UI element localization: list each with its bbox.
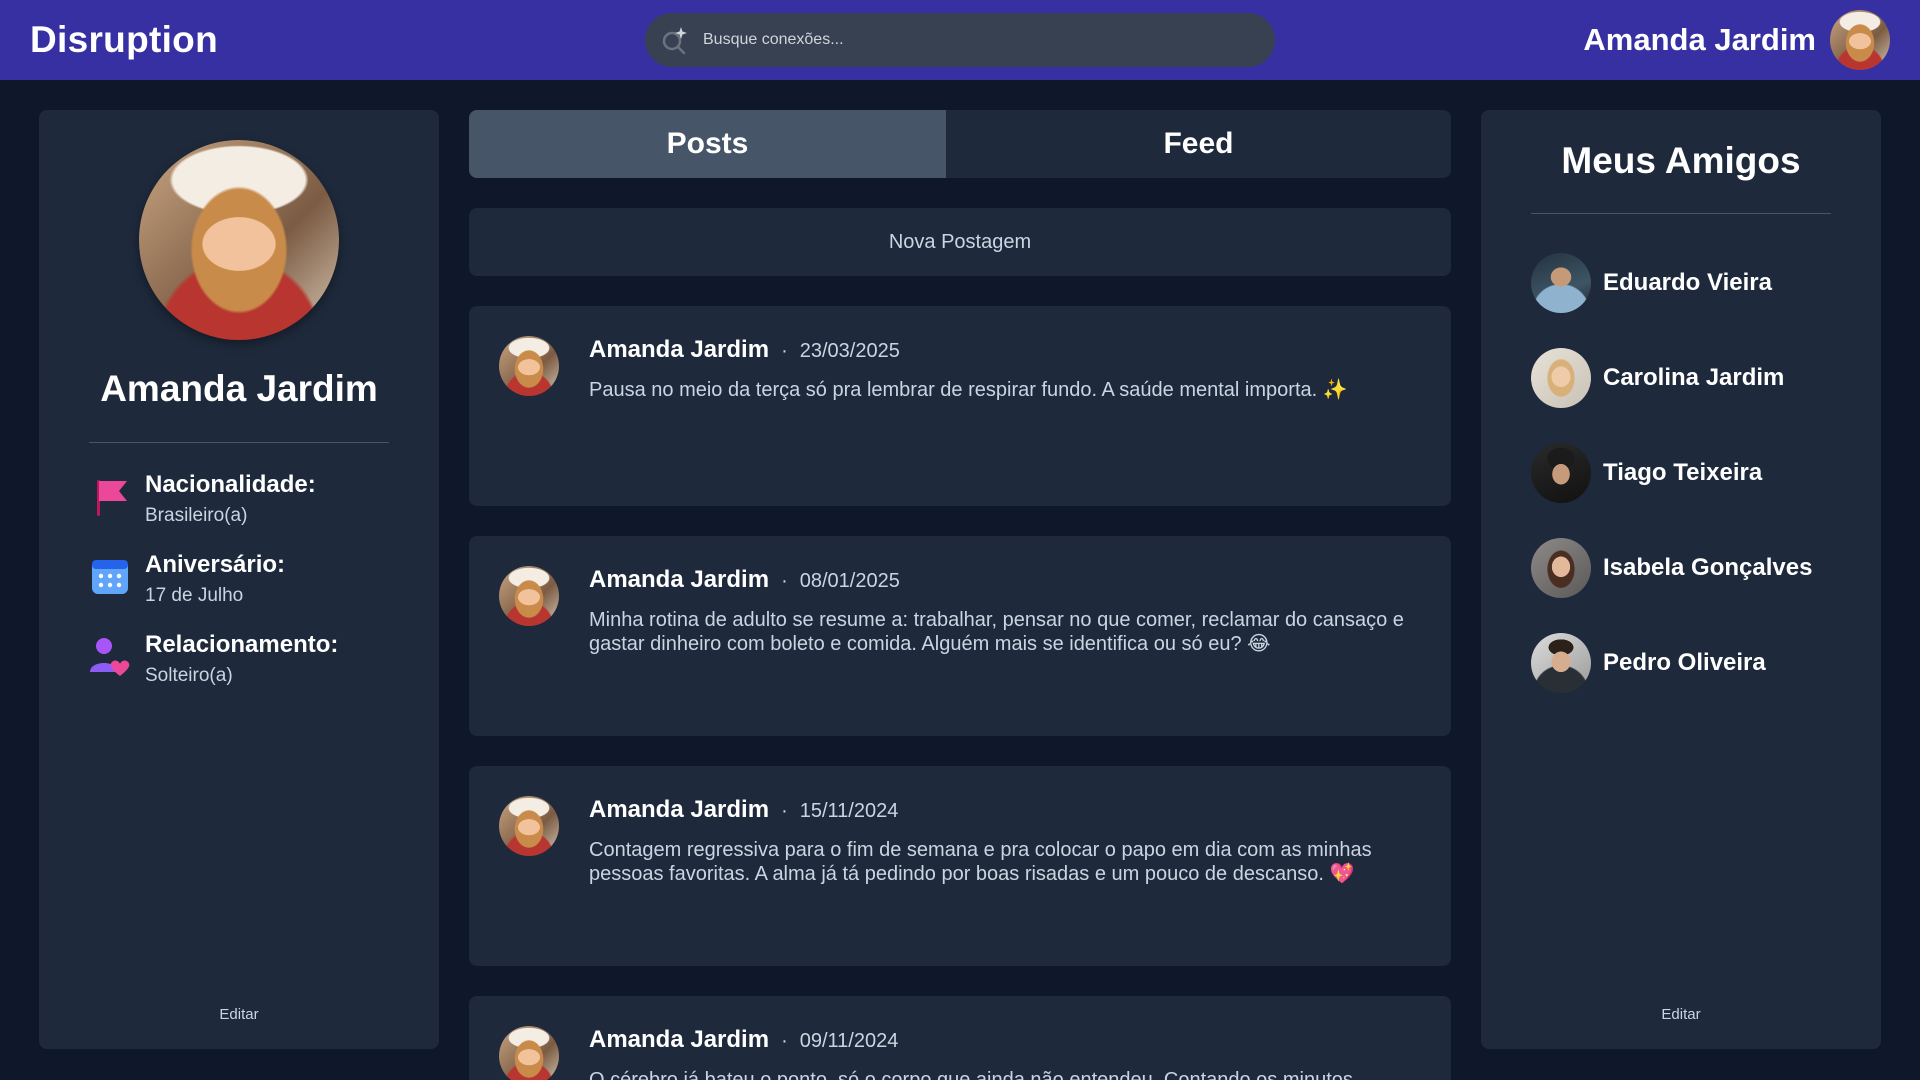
post-author-avatar[interactable] — [499, 336, 559, 396]
post-card: Amanda Jardim · 08/01/2025 Minha rotina … — [469, 536, 1451, 736]
info-value: Solteiro(a) — [145, 665, 233, 686]
current-user-name[interactable]: Amanda Jardim — [1583, 22, 1816, 58]
tab-feed[interactable]: Feed — [946, 110, 1451, 178]
profile-info-nationality: Nacionalidade: Brasileiro(a) — [89, 470, 316, 532]
info-value: 17 de Julho — [145, 585, 244, 606]
info-label: Relacionamento: — [145, 631, 339, 658]
post-date: 23/03/2025 — [799, 340, 900, 362]
edit-profile-button[interactable]: Editar — [39, 1006, 439, 1023]
post-author-avatar[interactable] — [499, 1026, 559, 1080]
friend-name[interactable]: Tiago Teixeira — [1603, 459, 1762, 487]
friend-name[interactable]: Pedro Oliveira — [1603, 649, 1766, 677]
search-bar[interactable] — [645, 13, 1275, 67]
post-text: Minha rotina de adulto se resume a: trab… — [589, 609, 1404, 655]
ai-search-icon — [662, 27, 687, 55]
post-card: Amanda Jardim · 15/11/2024 Contagem regr… — [469, 766, 1451, 966]
friend-item[interactable]: Tiago Teixeira — [1531, 443, 1762, 503]
post-date: 15/11/2024 — [799, 800, 899, 822]
post-card: Amanda Jardim · 23/03/2025 Pausa no meio… — [469, 306, 1451, 506]
friends-panel: Meus Amigos Eduardo Vieira Carolina Jard… — [1481, 110, 1881, 1049]
profile-photo — [139, 140, 339, 340]
friend-item[interactable]: Isabela Gonçalves — [1531, 538, 1812, 598]
post-separator: · — [781, 570, 788, 592]
profile-name: Amanda Jardim — [100, 368, 378, 409]
content-tabs: Posts Feed — [469, 110, 1451, 178]
calendar-icon — [92, 560, 128, 594]
info-label: Nacionalidade: — [145, 471, 316, 498]
post-author-avatar[interactable] — [499, 566, 559, 626]
post-header: Amanda Jardim · 23/03/2025 — [589, 336, 900, 364]
edit-friends-button[interactable]: Editar — [1481, 1006, 1881, 1023]
friend-item[interactable]: Eduardo Vieira — [1531, 253, 1772, 313]
post-text: Contagem regressiva para o fim de semana… — [589, 839, 1372, 885]
friend-name[interactable]: Eduardo Vieira — [1603, 269, 1772, 297]
post-text: O cérebro já bateu o ponto, só o corpo q… — [589, 1069, 1353, 1080]
friend-avatar[interactable] — [1531, 538, 1591, 598]
post-header: Amanda Jardim · 09/11/2024 — [589, 1026, 898, 1054]
post-author-avatar[interactable] — [499, 796, 559, 856]
tab-posts[interactable]: Posts — [469, 110, 946, 178]
friend-name[interactable]: Isabela Gonçalves — [1603, 554, 1812, 582]
brand-logo[interactable]: Disruption — [30, 19, 218, 61]
post-author[interactable]: Amanda Jardim — [589, 336, 769, 364]
flag-icon — [97, 480, 127, 516]
profile-panel: Amanda Jardim Nacionalidade: Brasileiro(… — [39, 110, 439, 1049]
post-separator: · — [781, 1030, 788, 1052]
friend-name[interactable]: Carolina Jardim — [1603, 364, 1784, 392]
search-input[interactable] — [703, 31, 1243, 49]
friends-title: Meus Amigos — [1561, 140, 1801, 181]
friend-avatar[interactable] — [1531, 253, 1591, 313]
info-value: Brasileiro(a) — [145, 505, 248, 526]
profile-divider — [89, 442, 389, 443]
friend-item[interactable]: Pedro Oliveira — [1531, 633, 1766, 693]
top-bar: Disruption Amanda Jardim — [0, 0, 1920, 80]
new-post-button[interactable]: Nova Postagem — [469, 208, 1451, 276]
post-date: 08/01/2025 — [799, 570, 900, 592]
relationship-icon — [90, 638, 130, 676]
post-separator: · — [781, 800, 788, 822]
post-author[interactable]: Amanda Jardim — [589, 796, 769, 824]
current-user-menu[interactable]: Amanda Jardim — [1583, 10, 1890, 70]
friends-divider — [1531, 213, 1831, 214]
post-header: Amanda Jardim · 15/11/2024 — [589, 796, 898, 824]
friend-item[interactable]: Carolina Jardim — [1531, 348, 1784, 408]
post-separator: · — [781, 340, 788, 362]
post-date: 09/11/2024 — [799, 1030, 899, 1052]
post-text: Pausa no meio da terça só pra lembrar de… — [589, 379, 1348, 401]
post-card: Amanda Jardim · 09/11/2024 O cérebro já … — [469, 996, 1451, 1080]
friend-avatar[interactable] — [1531, 443, 1591, 503]
profile-info-birthday: Aniversário: 17 de Julho — [89, 550, 285, 612]
friend-avatar[interactable] — [1531, 633, 1591, 693]
post-author[interactable]: Amanda Jardim — [589, 1026, 769, 1054]
info-label: Aniversário: — [145, 551, 286, 578]
profile-info-relationship: Relacionamento: Solteiro(a) — [89, 630, 338, 692]
friend-avatar[interactable] — [1531, 348, 1591, 408]
post-header: Amanda Jardim · 08/01/2025 — [589, 566, 900, 594]
current-user-avatar[interactable] — [1830, 10, 1890, 70]
post-author[interactable]: Amanda Jardim — [589, 566, 769, 594]
